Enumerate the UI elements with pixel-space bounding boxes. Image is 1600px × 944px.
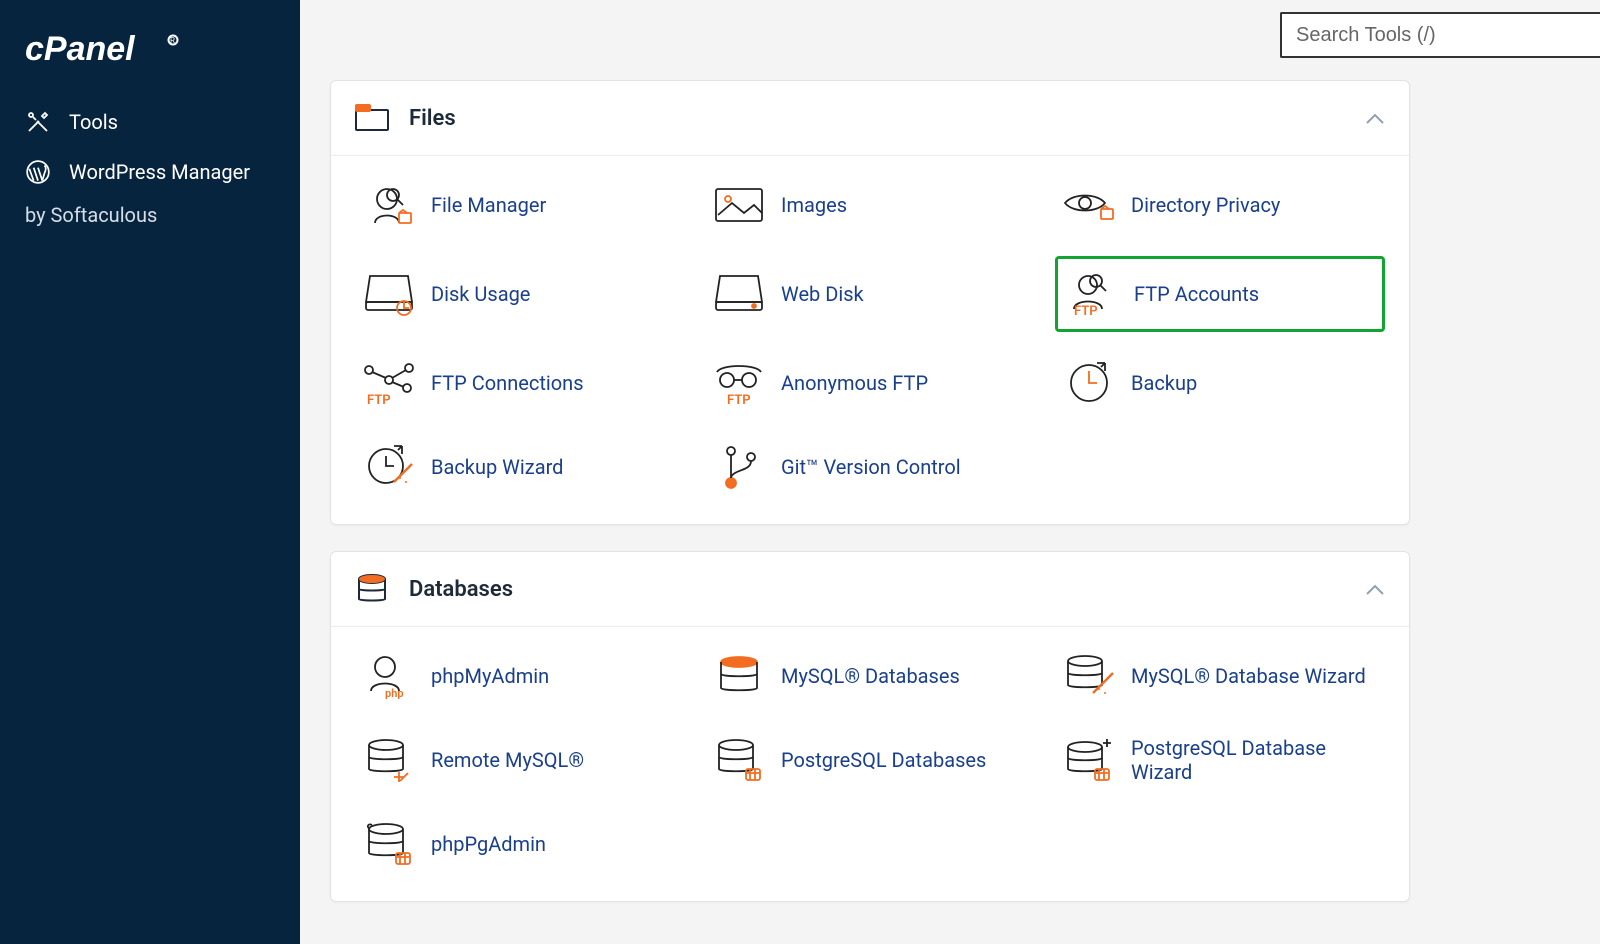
svg-text:FTP: FTP xyxy=(1074,304,1098,317)
panel-files: Files File Manager xyxy=(330,80,1410,525)
ftp-accounts-icon: FTP xyxy=(1064,269,1120,319)
tool-label: Web Disk xyxy=(781,282,864,306)
tool-label: Backup xyxy=(1131,371,1197,395)
tool-postgresql-database-wizard[interactable]: PostgreSQL Database Wizard xyxy=(1055,727,1385,793)
file-manager-icon xyxy=(361,180,417,230)
tool-web-disk[interactable]: Web Disk xyxy=(705,256,1035,332)
tool-phppgadmin[interactable]: phpPgAdmin xyxy=(355,811,685,877)
ftp-connections-icon: FTP xyxy=(361,358,417,408)
mysql-wizard-icon xyxy=(1061,651,1117,701)
tool-label: Images xyxy=(781,193,847,217)
tool-label: Backup Wizard xyxy=(431,455,563,479)
tool-images[interactable]: Images xyxy=(705,172,1035,238)
tool-file-manager[interactable]: File Manager xyxy=(355,172,685,238)
chevron-up-icon xyxy=(1365,577,1385,602)
mysql-db-icon xyxy=(711,651,767,701)
database-section-icon xyxy=(355,572,389,606)
sidebar-item-tools[interactable]: Tools xyxy=(0,97,300,147)
tool-label: MySQL® Databases xyxy=(781,664,960,688)
panel-body-databases: php phpMyAdmin MySQL® Databases xyxy=(331,627,1409,901)
sidebar-subline: by Softaculous xyxy=(0,197,300,227)
tool-directory-privacy[interactable]: Directory Privacy xyxy=(1055,172,1385,238)
tool-label: PostgreSQL Database Wizard xyxy=(1131,736,1379,784)
panel-body-files: File Manager Images xyxy=(331,156,1409,524)
svg-text:php: php xyxy=(385,687,404,699)
tool-label: Disk Usage xyxy=(431,282,530,306)
remote-mysql-icon xyxy=(361,735,417,785)
panel-title: Databases xyxy=(409,577,1365,602)
tool-git-version-control[interactable]: Git™ Version Control xyxy=(705,434,1035,500)
tool-label: PostgreSQL Databases xyxy=(781,748,986,772)
svg-text:R: R xyxy=(170,36,175,45)
folder-section-icon xyxy=(355,101,389,135)
anonymous-ftp-icon: FTP xyxy=(711,358,767,408)
postgresql-wizard-icon xyxy=(1061,735,1117,785)
panel-header-files[interactable]: Files xyxy=(331,81,1409,156)
svg-text:FTP: FTP xyxy=(727,393,751,406)
topbar xyxy=(330,12,1600,80)
search-input[interactable] xyxy=(1280,12,1600,58)
tool-phpmyadmin[interactable]: php phpMyAdmin xyxy=(355,643,685,709)
web-disk-icon xyxy=(711,269,767,319)
disk-usage-icon xyxy=(361,269,417,319)
tool-disk-usage[interactable]: Disk Usage xyxy=(355,256,685,332)
tool-anonymous-ftp[interactable]: FTP Anonymous FTP xyxy=(705,350,1035,416)
chevron-up-icon xyxy=(1365,106,1385,131)
postgresql-db-icon xyxy=(711,735,767,785)
wordpress-icon xyxy=(25,159,51,185)
tool-postgresql-databases[interactable]: PostgreSQL Databases xyxy=(705,727,1035,793)
panel-title: Files xyxy=(409,106,1365,131)
directory-privacy-icon xyxy=(1061,180,1117,230)
backup-wizard-icon xyxy=(361,442,417,492)
phpmyadmin-icon: php xyxy=(361,651,417,701)
sidebar-item-label: WordPress Manager xyxy=(69,160,250,184)
backup-icon xyxy=(1061,358,1117,408)
svg-text:cPanel: cPanel xyxy=(25,30,136,68)
tool-backup[interactable]: Backup xyxy=(1055,350,1385,416)
tool-label: FTP Connections xyxy=(431,371,584,395)
sidebar-item-label: Tools xyxy=(69,110,118,134)
tool-label: MySQL® Database Wizard xyxy=(1131,664,1366,688)
svg-text:FTP: FTP xyxy=(367,393,391,406)
images-icon xyxy=(711,180,767,230)
tool-label: Anonymous FTP xyxy=(781,371,928,395)
logo: cPanel R xyxy=(0,18,300,97)
tool-label: Remote MySQL® xyxy=(431,748,584,772)
tool-mysql-database-wizard[interactable]: MySQL® Database Wizard xyxy=(1055,643,1385,709)
tool-backup-wizard[interactable]: Backup Wizard xyxy=(355,434,685,500)
tool-label: Directory Privacy xyxy=(1131,193,1280,217)
tool-label: Git™ Version Control xyxy=(781,455,961,479)
tool-label: File Manager xyxy=(431,193,546,217)
tool-mysql-databases[interactable]: MySQL® Databases xyxy=(705,643,1035,709)
tool-ftp-accounts[interactable]: FTP FTP Accounts xyxy=(1055,256,1385,332)
phppgadmin-icon xyxy=(361,819,417,869)
tools-icon xyxy=(25,109,51,135)
tool-ftp-connections[interactable]: FTP FTP Connections xyxy=(355,350,685,416)
tool-remote-mysql[interactable]: Remote MySQL® xyxy=(355,727,685,793)
panel-header-databases[interactable]: Databases xyxy=(331,552,1409,627)
main: Files File Manager xyxy=(300,0,1600,944)
sidebar-item-wordpress-manager[interactable]: WordPress Manager xyxy=(0,147,300,197)
tool-label: phpMyAdmin xyxy=(431,664,549,688)
sidebar: cPanel R Tools WordPress Manager by Soft… xyxy=(0,0,300,944)
tool-label: FTP Accounts xyxy=(1134,282,1259,306)
tool-label: phpPgAdmin xyxy=(431,832,546,856)
git-icon xyxy=(711,442,767,492)
panel-databases: Databases php phpMyAdmin xyxy=(330,551,1410,902)
